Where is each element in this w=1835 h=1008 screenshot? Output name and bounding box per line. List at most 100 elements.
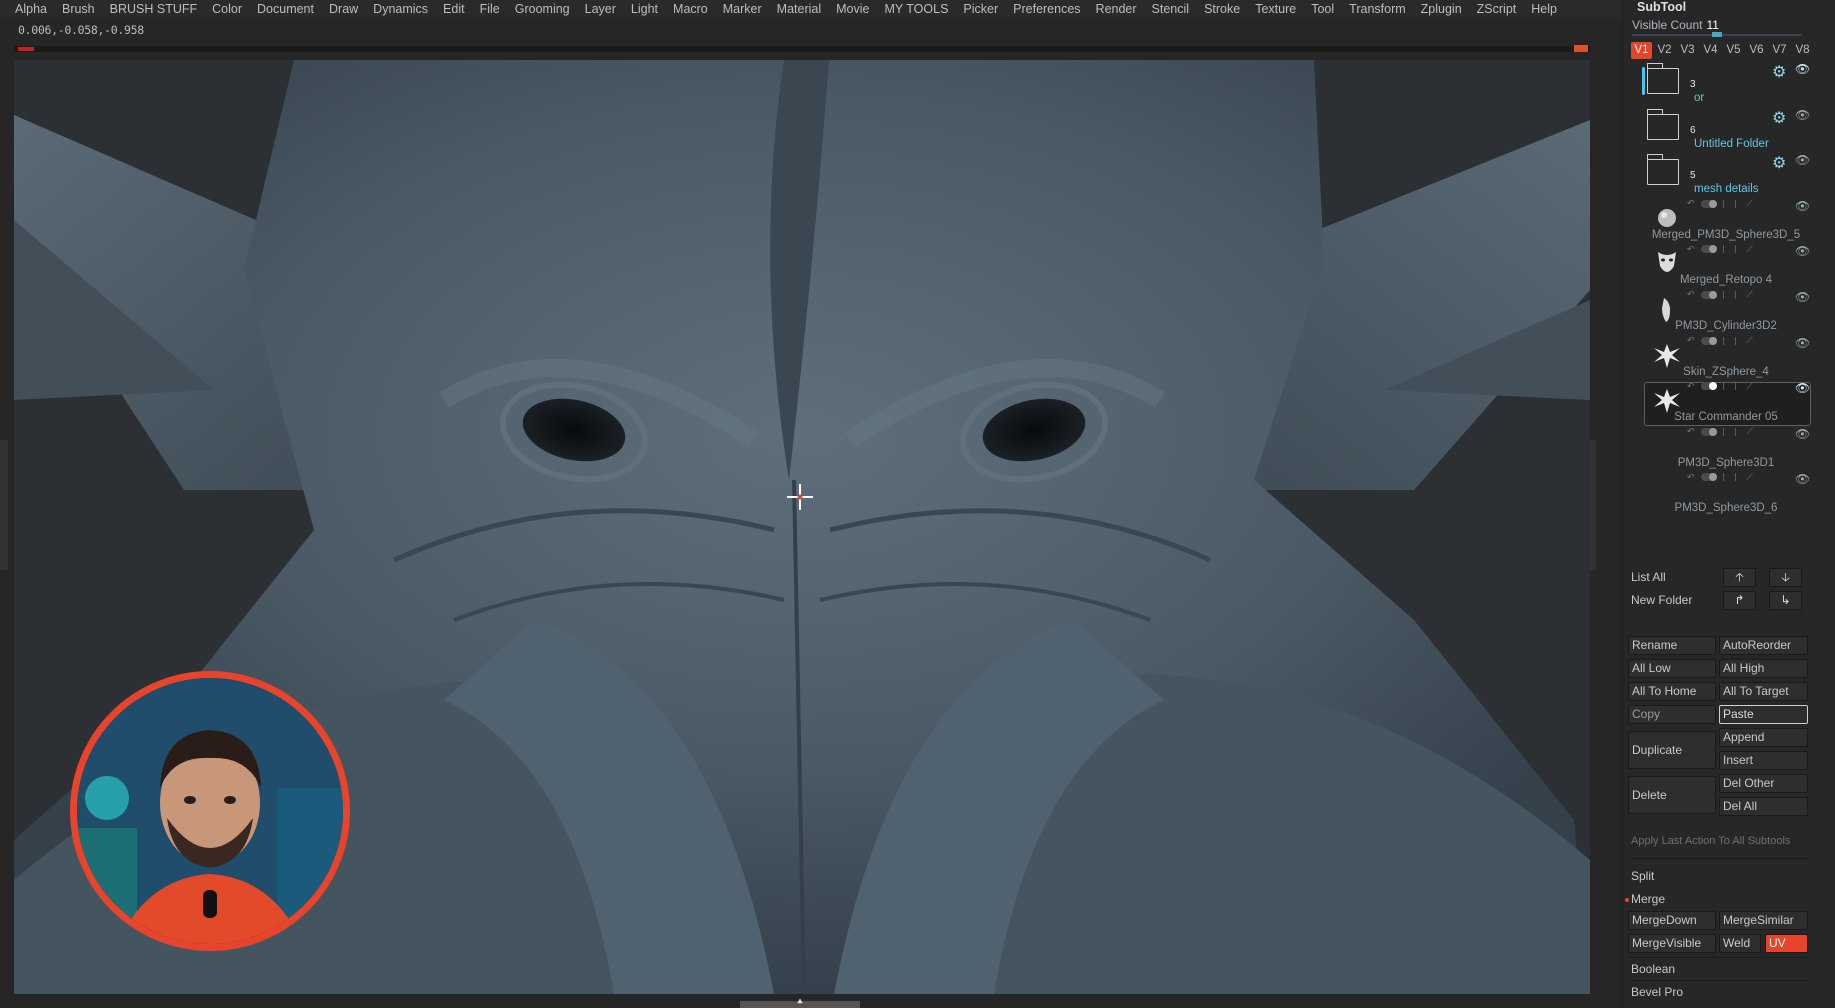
menu-item-draw[interactable]: Draw	[329, 2, 358, 16]
menu-item-render[interactable]: Render	[1096, 2, 1137, 16]
visibility-toggle[interactable]	[1700, 245, 1717, 254]
menu-item-macro[interactable]: Macro	[673, 2, 708, 16]
vtab-v5[interactable]: V5	[1723, 42, 1744, 59]
subtool-item[interactable]: ↶ ⟋ 👁 PM3D_Cylinder3D2	[1631, 289, 1831, 336]
subtool-item[interactable]: ↶ ⟋ 👁 Merged_Retopo 4	[1631, 244, 1831, 290]
menu-item-picker[interactable]: Picker	[963, 2, 998, 16]
visible-count[interactable]: Visible Count 11	[1632, 18, 1719, 32]
eye-icon[interactable]: 👁	[1795, 153, 1810, 167]
menu-item-layer[interactable]: Layer	[585, 2, 616, 16]
vtab-v2[interactable]: V2	[1654, 42, 1675, 59]
menu-item-marker[interactable]: Marker	[723, 2, 762, 16]
subtool-folder[interactable]: 5 mesh details ⚙ 👁	[1631, 153, 1831, 199]
menu-item-preferences[interactable]: Preferences	[1013, 2, 1080, 16]
merge-menu[interactable]: Merge	[1631, 892, 1665, 906]
polypaint-icon[interactable]: ↶	[1687, 244, 1695, 255]
gear-icon[interactable]: ⚙	[1772, 62, 1786, 82]
menu-item-zscript[interactable]: ZScript	[1477, 2, 1517, 16]
visible-count-slider[interactable]	[1632, 32, 1802, 37]
weld-toggle[interactable]: Weld	[1719, 934, 1761, 953]
menu-item-dynamics[interactable]: Dynamics	[373, 2, 428, 16]
eye-icon[interactable]: 👁	[1795, 108, 1810, 122]
merge-down-button[interactable]: MergeDown	[1628, 911, 1716, 930]
eye-icon[interactable]: 👁	[1795, 381, 1810, 395]
uv-toggle[interactable]: UV	[1765, 934, 1808, 953]
visibility-toggle[interactable]	[1700, 290, 1717, 299]
split-menu[interactable]: Split	[1631, 869, 1654, 883]
paste-button[interactable]: Paste	[1719, 705, 1808, 724]
visibility-toggle[interactable]	[1700, 382, 1717, 391]
subtool-item[interactable]: ↶ ⟋ 👁 PM3D_Sphere3D1	[1631, 426, 1831, 473]
rename-button[interactable]: Rename	[1628, 636, 1716, 655]
merge-visible-button[interactable]: MergeVisible	[1628, 934, 1716, 953]
boolean-menu[interactable]: Boolean	[1631, 962, 1675, 976]
folder-name[interactable]: Untitled Folder	[1694, 138, 1769, 150]
menu-item-color[interactable]: Color	[212, 2, 242, 16]
menu-item-help[interactable]: Help	[1531, 2, 1557, 16]
vtab-v3[interactable]: V3	[1677, 42, 1698, 59]
polypaint-icon[interactable]: ↶	[1687, 335, 1695, 346]
menu-item-transform[interactable]: Transform	[1349, 2, 1406, 16]
subtool-item[interactable]: ↶ ⟋ 👁 PM3D_Sphere3D_6	[1631, 472, 1831, 518]
visibility-toggle[interactable]	[1700, 199, 1717, 208]
visibility-toggle[interactable]	[1700, 336, 1717, 345]
menu-item-file[interactable]: File	[480, 2, 500, 16]
eye-icon[interactable]: 👁	[1795, 336, 1810, 350]
move-down-button[interactable]: 🡣	[1769, 568, 1802, 587]
brush-icon[interactable]: ⟋	[1747, 244, 1753, 255]
copy-button[interactable]: Copy	[1628, 705, 1716, 724]
list-all-button[interactable]: List All	[1631, 570, 1666, 584]
bevel-pro-menu[interactable]: Bevel Pro	[1631, 985, 1683, 999]
all-to-target-button[interactable]: All To Target	[1719, 682, 1808, 701]
apply-last-action-button[interactable]: Apply Last Action To All Subtools	[1631, 835, 1790, 847]
delete-button[interactable]: Delete	[1628, 776, 1716, 814]
brush-icon[interactable]: ⟋	[1747, 289, 1753, 300]
move-up-button[interactable]: 🡡	[1723, 568, 1756, 587]
gear-icon[interactable]: ⚙	[1772, 153, 1786, 173]
eye-icon[interactable]: 👁	[1795, 244, 1810, 258]
menu-item-texture[interactable]: Texture	[1255, 2, 1296, 16]
vtab-v7[interactable]: V7	[1769, 42, 1790, 59]
all-high-button[interactable]: All High	[1719, 659, 1808, 678]
append-button[interactable]: Append	[1719, 728, 1808, 747]
vtab-v6[interactable]: V6	[1746, 42, 1767, 59]
polypaint-icon[interactable]: ↶	[1687, 472, 1695, 483]
brush-icon[interactable]: ⟋	[1747, 472, 1753, 483]
menu-item-my-tools[interactable]: MY TOOLS	[884, 2, 948, 16]
menu-item-brush[interactable]: Brush	[62, 2, 95, 16]
menu-item-stroke[interactable]: Stroke	[1204, 2, 1240, 16]
subtool-item[interactable]: ↶ ⟋ 👁 Skin_ZSphere_4	[1631, 335, 1831, 382]
folder-icon[interactable]	[1646, 154, 1679, 186]
folder-move-button[interactable]: ↳	[1769, 591, 1802, 610]
new-folder-button[interactable]: New Folder	[1631, 593, 1692, 607]
polypaint-icon[interactable]: ↶	[1687, 426, 1695, 437]
eye-icon[interactable]: 👁	[1795, 472, 1810, 486]
subtool-folder[interactable]: 6 Untitled Folder ⚙ 👁	[1631, 108, 1831, 154]
menu-item-zplugin[interactable]: Zplugin	[1421, 2, 1462, 16]
brush-icon[interactable]: ⟋	[1747, 381, 1753, 392]
folder-name[interactable]: mesh details	[1694, 183, 1759, 195]
eye-icon[interactable]: 👁	[1795, 427, 1810, 441]
auto-reorder-button[interactable]: AutoReorder	[1719, 636, 1808, 655]
vtab-v8[interactable]: V8	[1792, 42, 1813, 59]
folder-action-button[interactable]: ↱	[1723, 591, 1756, 610]
del-other-button[interactable]: Del Other	[1719, 774, 1808, 793]
slider-knob[interactable]	[1712, 32, 1722, 37]
menu-item-edit[interactable]: Edit	[443, 2, 465, 16]
vtab-v4[interactable]: V4	[1700, 42, 1721, 59]
insert-button[interactable]: Insert	[1719, 751, 1808, 770]
menu-item-document[interactable]: Document	[257, 2, 314, 16]
brush-icon[interactable]: ⟋	[1747, 335, 1753, 346]
eye-icon[interactable]: 👁	[1795, 62, 1810, 76]
menu-item-stencil[interactable]: Stencil	[1152, 2, 1190, 16]
menu-item-alpha[interactable]: Alpha	[15, 2, 47, 16]
all-low-button[interactable]: All Low	[1628, 659, 1716, 678]
menu-item-brush-stuff[interactable]: BRUSH STUFF	[110, 2, 198, 16]
gear-icon[interactable]: ⚙	[1772, 108, 1786, 128]
eye-icon[interactable]: 👁	[1795, 199, 1810, 213]
polypaint-icon[interactable]: ↶	[1687, 381, 1695, 392]
menu-item-movie[interactable]: Movie	[836, 2, 869, 16]
folder-icon[interactable]	[1646, 108, 1679, 140]
folder-name[interactable]: or	[1694, 92, 1704, 104]
polypaint-icon[interactable]: ↶	[1687, 198, 1695, 209]
